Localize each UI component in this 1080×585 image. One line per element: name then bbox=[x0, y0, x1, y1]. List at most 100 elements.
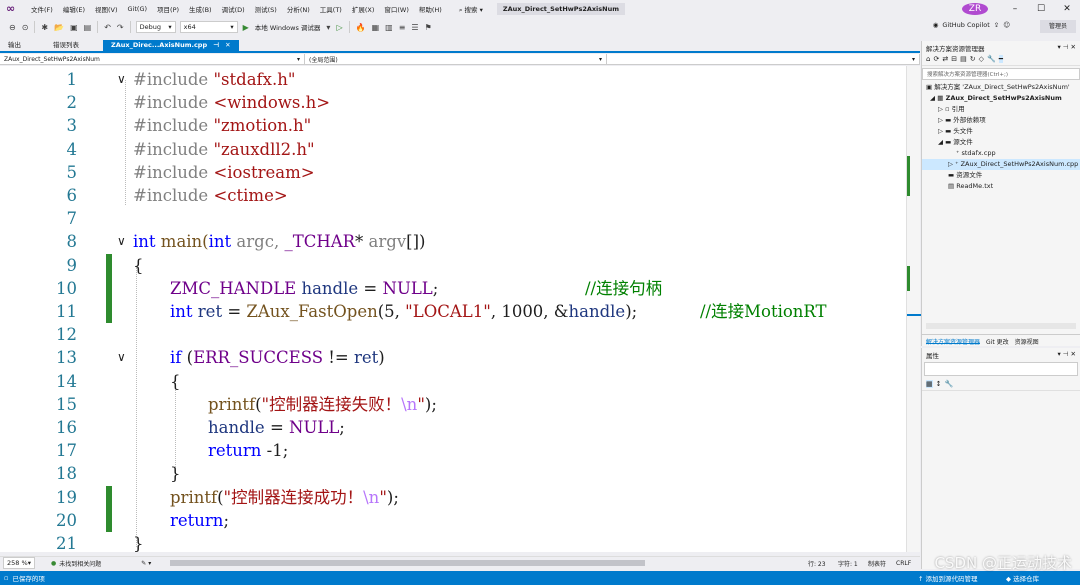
tab-error-list[interactable]: 错误列表 bbox=[45, 40, 87, 51]
solution-search-input[interactable]: 搜索解决方案资源管理器(Ctrl+;) bbox=[922, 68, 1080, 80]
pin-icon[interactable]: ⊣ bbox=[213, 41, 219, 50]
uncomment-icon[interactable]: ☰ bbox=[408, 23, 421, 32]
token: "zmotion.h" bbox=[213, 116, 312, 136]
eol-indicator[interactable]: CRLF bbox=[896, 560, 911, 567]
code-editor[interactable]: 1 2 3 4 5 6 7 8 9 10 11 12 13 14 15 16 17 18 19 20 21 ∨ #inc… bbox=[0, 66, 906, 552]
bookmark-icon[interactable]: ⚑ bbox=[422, 23, 435, 32]
start-debugging-button[interactable]: 本地 Windows 调试器 bbox=[252, 22, 324, 32]
project-select[interactable]: ZAux_Direct_SetHwPs2AxisNum ▾ bbox=[0, 54, 305, 64]
property-pages-icon[interactable]: 🔧 bbox=[945, 380, 954, 388]
refresh-icon[interactable]: ↻ bbox=[970, 55, 976, 63]
token: "控制器连接成功！ bbox=[223, 487, 364, 507]
feedback-icon[interactable]: ☺ bbox=[1003, 21, 1010, 29]
fold-icon[interactable]: ∨ bbox=[117, 346, 126, 369]
scope-select[interactable]: (全局范围) ▾ bbox=[305, 54, 607, 64]
hot-reload-icon[interactable]: 🔥 bbox=[353, 23, 369, 32]
tab-solution-explorer[interactable]: 解决方案资源管理器 bbox=[926, 337, 981, 346]
minimize-icon[interactable]: – bbox=[1002, 4, 1028, 14]
add-source-control-button[interactable]: ↑ 添加到源代码管理 bbox=[918, 573, 978, 583]
panel-controls[interactable]: ▾ ⊣ ✕ bbox=[1057, 43, 1076, 51]
home-icon[interactable]: ⌂ bbox=[926, 55, 930, 63]
menu-view[interactable]: 视图(V) bbox=[90, 4, 123, 14]
tree-item-headers[interactable]: ▷ ▬ 头文件 bbox=[922, 126, 1080, 137]
alphabetical-icon[interactable]: ↕ bbox=[936, 380, 942, 388]
chevron-down-icon[interactable]: ▾ bbox=[323, 23, 333, 32]
toolbar-icon[interactable]: ▥ bbox=[382, 23, 396, 32]
configuration-select[interactable]: Debug ▾ bbox=[135, 21, 176, 33]
start-without-debugging-icon[interactable]: ▷ bbox=[333, 23, 345, 32]
fold-icon[interactable]: ∨ bbox=[117, 68, 126, 91]
tree-horizontal-scrollbar[interactable] bbox=[926, 323, 1076, 329]
menu-extensions[interactable]: 扩展(X) bbox=[347, 4, 380, 14]
pending-changes-icon[interactable]: ━ bbox=[998, 55, 1003, 63]
new-item-icon[interactable]: ✱ bbox=[38, 23, 51, 32]
tab-output[interactable]: 输出 bbox=[0, 40, 29, 51]
tab-indicator[interactable]: 制表符 bbox=[868, 559, 886, 568]
tree-item-main-cpp[interactable]: ▷ ⁺ ZAux_Direct_SetHwPs2AxisNum.cpp bbox=[922, 159, 1080, 170]
editor-vertical-scrollbar[interactable] bbox=[906, 66, 921, 552]
categorized-icon[interactable]: ▦ bbox=[926, 380, 933, 388]
close-icon[interactable]: ✕ bbox=[1054, 4, 1080, 14]
platform-select[interactable]: x64 ▾ bbox=[179, 21, 238, 33]
tree-item-sources[interactable]: ◢ ▬ 源文件 bbox=[922, 137, 1080, 148]
menu-build[interactable]: 生成(B) bbox=[184, 4, 217, 14]
tree-item-readme[interactable]: ▤ ReadMe.txt bbox=[922, 181, 1080, 192]
token: ZMC_HANDLE bbox=[170, 278, 297, 298]
fold-icon[interactable]: ∨ bbox=[117, 230, 126, 253]
tree-item-references[interactable]: ▷ ▫ 引用 bbox=[922, 104, 1080, 115]
start-debugging-icon[interactable]: ▶ bbox=[240, 23, 252, 32]
token: #include bbox=[133, 186, 214, 205]
tab-cpp-file[interactable]: ZAux_Direc...AxisNum.cpp ⊣ ✕ bbox=[103, 40, 239, 51]
preview-icon[interactable]: ◇ bbox=[979, 55, 984, 63]
menu-test[interactable]: 测试(S) bbox=[250, 4, 282, 14]
back-icon[interactable]: ⊖ bbox=[6, 23, 19, 32]
line-indicator[interactable]: 行: 23 bbox=[808, 559, 826, 568]
toolbar-icon[interactable]: ▦ bbox=[369, 23, 383, 32]
open-icon[interactable]: 📂 bbox=[51, 23, 67, 32]
maximize-icon[interactable]: ☐ bbox=[1028, 4, 1054, 14]
menu-help[interactable]: 帮助(H) bbox=[414, 4, 447, 14]
tree-item-external[interactable]: ▷ ▬ 外部依赖项 bbox=[922, 115, 1080, 126]
tree-item-project[interactable]: ◢ ▦ ZAux_Direct_SetHwPs2AxisNum bbox=[922, 93, 1080, 104]
tree-item-stdafx[interactable]: ⁺ stdafx.cpp bbox=[922, 148, 1080, 159]
properties-icon[interactable]: 🔧 bbox=[987, 55, 996, 63]
search-button[interactable]: ⌕ 搜索 ▾ bbox=[453, 3, 489, 16]
zoom-select[interactable]: 258 % ▾ bbox=[3, 557, 35, 569]
tab-git-changes[interactable]: Git 更改 bbox=[986, 337, 1009, 346]
visual-studio-logo-icon[interactable]: ∞ bbox=[6, 3, 20, 15]
menu-edit[interactable]: 编辑(E) bbox=[58, 4, 90, 14]
tab-resource-view[interactable]: 资源视图 bbox=[1015, 337, 1039, 346]
menu-window[interactable]: 窗口(W) bbox=[379, 4, 414, 14]
column-indicator[interactable]: 字符: 1 bbox=[838, 559, 858, 568]
menu-project[interactable]: 项目(P) bbox=[152, 4, 184, 14]
show-all-icon[interactable]: ▤ bbox=[960, 55, 967, 63]
menu-debug[interactable]: 调试(D) bbox=[217, 4, 250, 14]
collapse-icon[interactable]: ⊟ bbox=[951, 55, 957, 63]
save-icon[interactable]: ▣ bbox=[67, 23, 81, 32]
tree-label: 源文件 bbox=[953, 138, 973, 146]
switch-views-icon[interactable]: ⇄ bbox=[942, 55, 948, 63]
sync-icon[interactable]: ⟳ bbox=[933, 55, 939, 63]
select-repo-button[interactable]: ◆ 选择仓库 bbox=[1006, 573, 1039, 583]
brush-icon[interactable]: ✎ ▾ bbox=[141, 560, 151, 567]
issues-status[interactable]: 未找到相关问题 bbox=[59, 559, 101, 568]
member-select[interactable]: ▾ bbox=[607, 54, 920, 64]
menu-git[interactable]: Git(G) bbox=[123, 5, 153, 13]
menu-tools[interactable]: 工具(T) bbox=[315, 4, 347, 14]
close-icon[interactable]: ✕ bbox=[225, 41, 230, 50]
menu-analyze[interactable]: 分析(N) bbox=[282, 4, 315, 14]
panel-controls[interactable]: ▾ ⊣ ✕ bbox=[1057, 350, 1076, 358]
share-icon[interactable]: ⇪ bbox=[994, 21, 999, 29]
forward-icon[interactable]: ⊙ bbox=[19, 23, 32, 32]
properties-object-select[interactable] bbox=[924, 362, 1078, 376]
horizontal-scroll-thumb[interactable] bbox=[170, 560, 645, 566]
tree-item-solution[interactable]: ▣ 解决方案 'ZAux_Direct_SetHwPs2AxisNum' bbox=[922, 82, 1080, 93]
tree-item-resources[interactable]: ▬ 资源文件 bbox=[922, 170, 1080, 181]
save-all-icon[interactable]: ▤ bbox=[81, 23, 95, 32]
comment-icon[interactable]: ≡ bbox=[396, 23, 409, 32]
undo-icon[interactable]: ↶ bbox=[101, 23, 114, 32]
menu-file[interactable]: 文件(F) bbox=[26, 4, 58, 14]
copilot-button[interactable]: ◉ GitHub Copilot ⇪ ☺ bbox=[933, 21, 1010, 29]
avatar[interactable]: ZR bbox=[962, 3, 988, 15]
redo-icon[interactable]: ↷ bbox=[114, 23, 127, 32]
